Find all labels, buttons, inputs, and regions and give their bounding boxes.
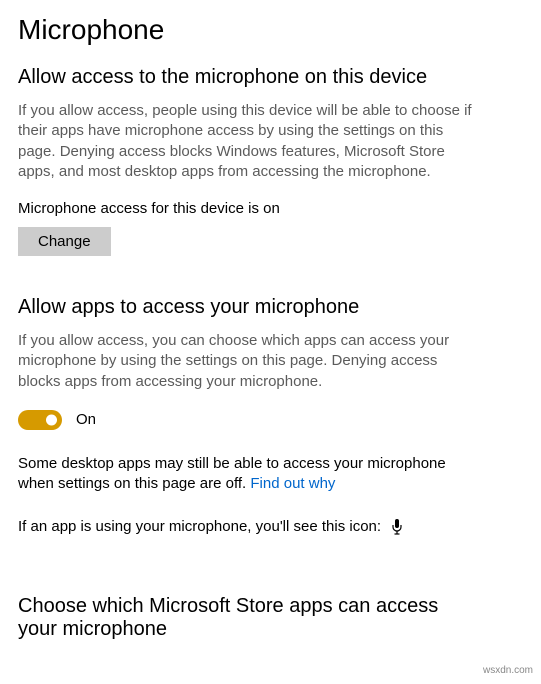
section-header-apps-access: Allow apps to access your microphone [18, 296, 523, 319]
desktop-apps-note: Some desktop apps may still be able to a… [18, 454, 458, 495]
change-button[interactable]: Change [18, 227, 111, 256]
device-access-status: Microphone access for this device is on [18, 200, 523, 217]
apps-access-toggle[interactable] [18, 410, 62, 430]
section-header-store-apps: Choose which Microsoft Store apps can ac… [18, 595, 448, 641]
find-out-why-link[interactable]: Find out why [250, 475, 335, 492]
mic-usage-indicator-line: If an app is using your microphone, you'… [18, 518, 523, 535]
section-header-device-access: Allow access to the microphone on this d… [18, 66, 523, 89]
device-access-description: If you allow access, people using this d… [18, 101, 472, 182]
apps-access-toggle-label: On [76, 411, 96, 428]
apps-access-description: If you allow access, you can choose whic… [18, 331, 472, 392]
desktop-apps-note-text: Some desktop apps may still be able to a… [18, 455, 446, 492]
apps-access-toggle-row: On [18, 410, 523, 430]
page-title: Microphone [18, 14, 523, 46]
watermark: wsxdn.com [483, 665, 533, 676]
mic-usage-indicator-text: If an app is using your microphone, you'… [18, 518, 381, 535]
microphone-icon [391, 519, 403, 535]
